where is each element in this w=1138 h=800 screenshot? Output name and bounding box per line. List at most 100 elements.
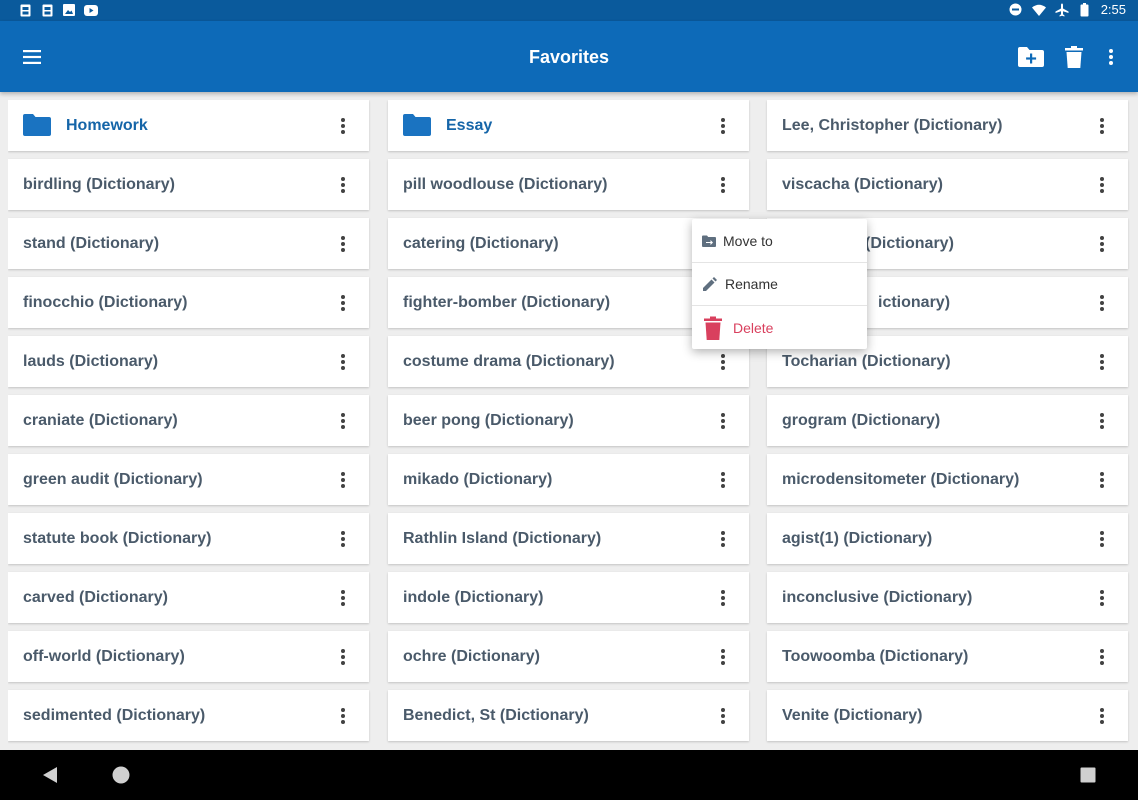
more-vert-icon[interactable]: [331, 348, 355, 376]
page-title: Favorites: [528, 47, 610, 67]
list-item-label: grogram (Dictionary): [782, 412, 941, 429]
more-vert-icon[interactable]: [711, 702, 735, 730]
list-item[interactable]: agist(1) (Dictionary): [767, 513, 1128, 564]
list-item[interactable]: Rathlin Island (Dictionary): [388, 513, 749, 564]
list-item[interactable]: Venite (Dictionary): [767, 690, 1128, 741]
list-item-label: (Dictionary): [865, 235, 954, 252]
more-vert-icon[interactable]: [1090, 171, 1114, 199]
more-vert-icon[interactable]: [1090, 407, 1114, 435]
list-item[interactable]: beer pong (Dictionary): [388, 395, 749, 446]
more-vert-icon[interactable]: [331, 525, 355, 553]
more-vert-icon[interactable]: [711, 466, 735, 494]
more-vert-icon[interactable]: [331, 230, 355, 258]
more-vert-icon[interactable]: [1090, 230, 1114, 258]
list-item[interactable]: inconclusive (Dictionary): [767, 572, 1128, 623]
more-vert-icon[interactable]: [331, 466, 355, 494]
status-notification-icons: [18, 3, 98, 17]
more-vert-icon[interactable]: [711, 171, 735, 199]
list-item-label: fighter-bomber (Dictionary): [403, 294, 611, 311]
more-vert-icon[interactable]: [331, 171, 355, 199]
list-item[interactable]: indole (Dictionary): [388, 572, 749, 623]
list-item-label: Venite (Dictionary): [782, 707, 923, 724]
list-item-label: catering (Dictionary): [403, 235, 559, 252]
back-icon[interactable]: [40, 765, 60, 785]
status-bar: 2:55: [0, 0, 1138, 21]
more-vert-icon[interactable]: [711, 643, 735, 671]
list-item[interactable]: ochre (Dictionary): [388, 631, 749, 682]
menu-item-delete[interactable]: Delete: [692, 306, 867, 349]
menu-item-label: Delete: [733, 320, 774, 336]
list-item-label: microdensitometer (Dictionary): [782, 471, 1020, 488]
list-item[interactable]: lauds (Dictionary): [8, 336, 369, 387]
more-vert-icon[interactable]: [711, 348, 735, 376]
list-item[interactable]: mikado (Dictionary): [388, 454, 749, 505]
list-item-label: birdling (Dictionary): [23, 176, 175, 193]
menu-item-label: Rename: [725, 276, 778, 292]
more-vert-icon[interactable]: [1090, 112, 1114, 140]
list-item-label: ictionary): [878, 294, 951, 311]
more-vert-icon[interactable]: [711, 407, 735, 435]
list-item-label: inconclusive (Dictionary): [782, 589, 973, 606]
more-vert-icon[interactable]: [1090, 643, 1114, 671]
recents-icon[interactable]: [1078, 765, 1098, 785]
more-vert-icon[interactable]: [331, 112, 355, 140]
list-item-label: Essay: [446, 117, 493, 134]
list-item-label: ochre (Dictionary): [403, 648, 540, 665]
more-vert-icon[interactable]: [1090, 289, 1114, 317]
more-vert-icon[interactable]: [331, 584, 355, 612]
more-vert-icon[interactable]: [1090, 466, 1114, 494]
list-item[interactable]: green audit (Dictionary): [8, 454, 369, 505]
more-vert-icon[interactable]: [1097, 43, 1125, 71]
home-icon[interactable]: [111, 765, 131, 785]
list-item[interactable]: pill woodlouse (Dictionary): [388, 159, 749, 210]
list-item[interactable]: Lee, Christopher (Dictionary): [767, 100, 1128, 151]
more-vert-icon[interactable]: [711, 525, 735, 553]
menu-item-rename[interactable]: Rename: [692, 263, 867, 306]
list-item[interactable]: craniate (Dictionary): [8, 395, 369, 446]
list-item-label: viscacha (Dictionary): [782, 176, 943, 193]
list-item[interactable]: off-world (Dictionary): [8, 631, 369, 682]
list-item-label: Benedict, St (Dictionary): [403, 707, 589, 724]
youtube-icon: [84, 3, 98, 17]
folder-item[interactable]: Homework: [8, 100, 369, 151]
favorites-grid: Homework birdling (Dictionary) stand (Di…: [8, 100, 1130, 750]
pencil-icon: [702, 276, 718, 292]
list-item[interactable]: Benedict, St (Dictionary): [388, 690, 749, 741]
list-item[interactable]: carved (Dictionary): [8, 572, 369, 623]
new-folder-icon[interactable]: [1017, 43, 1045, 71]
list-item[interactable]: grogram (Dictionary): [767, 395, 1128, 446]
folder-item[interactable]: Essay: [388, 100, 749, 151]
more-vert-icon[interactable]: [331, 702, 355, 730]
list-item[interactable]: viscacha (Dictionary): [767, 159, 1128, 210]
list-item[interactable]: sedimented (Dictionary): [8, 690, 369, 741]
more-vert-icon[interactable]: [1090, 348, 1114, 376]
more-vert-icon[interactable]: [1090, 584, 1114, 612]
wifi-icon: [1031, 3, 1046, 17]
delete-icon[interactable]: [1060, 43, 1088, 71]
more-vert-icon[interactable]: [331, 289, 355, 317]
list-item[interactable]: stand (Dictionary): [8, 218, 369, 269]
more-vert-icon[interactable]: [1090, 525, 1114, 553]
more-vert-icon[interactable]: [1090, 702, 1114, 730]
more-vert-icon[interactable]: [711, 584, 735, 612]
list-item-label: indole (Dictionary): [403, 589, 544, 606]
menu-item-label: Move to: [723, 233, 773, 249]
list-item-label: beer pong (Dictionary): [403, 412, 574, 429]
menu-item-move-to[interactable]: Move to: [692, 219, 867, 262]
list-item-label: sedimented (Dictionary): [23, 707, 206, 724]
list-item-label: pill woodlouse (Dictionary): [403, 176, 608, 193]
more-vert-icon[interactable]: [711, 112, 735, 140]
list-item[interactable]: birdling (Dictionary): [8, 159, 369, 210]
more-vert-icon[interactable]: [331, 407, 355, 435]
list-item[interactable]: finocchio (Dictionary): [8, 277, 369, 328]
list-item[interactable]: microdensitometer (Dictionary): [767, 454, 1128, 505]
list-item-label: Homework: [66, 117, 148, 134]
list-item-label: Lee, Christopher (Dictionary): [782, 117, 1003, 134]
list-item[interactable]: Toowoomba (Dictionary): [767, 631, 1128, 682]
list-item-label: mikado (Dictionary): [403, 471, 553, 488]
list-item-label: off-world (Dictionary): [23, 648, 185, 665]
list-item-label: Tocharian (Dictionary): [782, 353, 951, 370]
list-item[interactable]: statute book (Dictionary): [8, 513, 369, 564]
more-vert-icon[interactable]: [331, 643, 355, 671]
list-item-label: lauds (Dictionary): [23, 353, 159, 370]
